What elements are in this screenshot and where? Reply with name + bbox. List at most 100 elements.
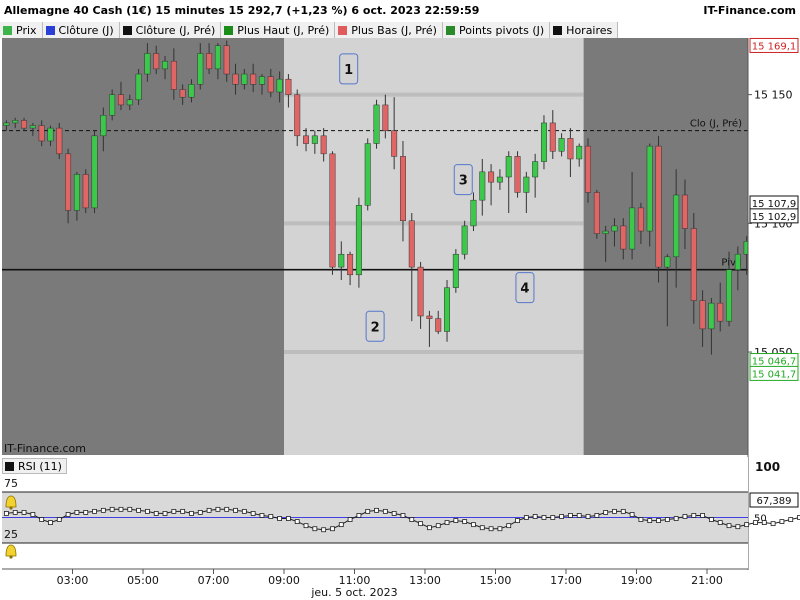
candle-body <box>576 145 583 160</box>
rsi-point <box>109 506 115 512</box>
time-tick-label: 17:00 <box>550 574 582 587</box>
legend-item-points-pivots[interactable]: Points pivots (J) <box>442 22 551 38</box>
candle-body <box>3 122 10 126</box>
bell-clapper <box>9 555 13 559</box>
legend-item-plus-haut[interactable]: Plus Haut (J, Pré) <box>221 22 336 38</box>
rsi-point <box>268 514 274 519</box>
rsi-point <box>12 509 18 515</box>
candle <box>56 122 63 159</box>
candle-body <box>188 84 195 98</box>
candle-body <box>708 302 715 330</box>
candle-body <box>179 89 186 98</box>
rsi-point <box>215 506 221 512</box>
candle-body <box>206 53 213 70</box>
time-tick-label: 07:00 <box>198 574 230 587</box>
rsi-point <box>691 513 697 518</box>
price-chart[interactable]: Clo (J, Pré)Piv J1234IT-Finance.com15 15… <box>0 0 800 600</box>
price-badge-label: 15 102,9 <box>752 212 797 223</box>
indicator-legend: Prix Clôture (J) Clôture (J, Pré) Plus H… <box>0 22 619 38</box>
candle-body <box>505 156 512 178</box>
candle-body <box>250 73 257 85</box>
rsi-point <box>444 520 450 525</box>
legend-item-cloture-j[interactable]: Clôture (J) <box>42 22 120 38</box>
candle-body <box>699 300 706 330</box>
rsi-point <box>559 514 564 519</box>
candle-body <box>690 228 697 301</box>
candle-body <box>532 161 539 178</box>
candle-body <box>117 94 124 106</box>
candle-body <box>673 194 680 258</box>
rsi-point <box>576 513 582 518</box>
candle-body <box>435 318 442 332</box>
rsi-point <box>673 516 679 521</box>
rsi-point <box>145 508 150 514</box>
rsi-point <box>206 507 212 513</box>
rsi-point <box>427 525 432 531</box>
swatch-icon <box>5 461 14 471</box>
legend-item-prix[interactable]: Prix <box>0 22 43 38</box>
legend-item-plus-bas[interactable]: Plus Bas (J, Pré) <box>335 22 443 38</box>
price-tick-label: 15 150 <box>754 89 793 102</box>
candle-body <box>496 176 503 183</box>
rsi-point <box>515 518 520 523</box>
rsi-point <box>761 520 767 525</box>
rsi-point <box>250 511 256 516</box>
rsi-point <box>594 513 600 518</box>
candle-body <box>12 120 19 124</box>
candle-body <box>593 192 600 234</box>
candle-body <box>38 125 45 142</box>
rsi-point <box>294 519 300 524</box>
rsi-point <box>303 523 309 529</box>
bell-clapper <box>9 506 13 510</box>
candle-body <box>602 230 609 234</box>
candle-body <box>717 302 724 322</box>
rsi-point <box>709 517 714 522</box>
legend-item-horaires[interactable]: Horaires <box>550 22 619 38</box>
brand-name: IT-Finance.com <box>703 4 796 17</box>
rsi-point <box>233 507 238 513</box>
candle-body <box>426 315 433 319</box>
rsi-point <box>224 506 230 512</box>
swatch-icon <box>3 25 12 35</box>
candle-body <box>338 253 345 268</box>
rsi-point <box>171 508 177 514</box>
candle <box>91 130 98 214</box>
time-tick-label: 09:00 <box>268 574 300 587</box>
rsi-point <box>382 508 388 514</box>
legend-item-cloture-j-pre[interactable]: Clôture (J, Pré) <box>119 22 222 38</box>
rsi-point <box>153 511 159 516</box>
candle-body <box>329 153 336 268</box>
annotation-label: 2 <box>371 320 380 335</box>
candle-body <box>197 53 204 85</box>
rsi-point <box>189 511 194 516</box>
price-badge-label: 15 046,7 <box>752 357 797 368</box>
candle-body <box>470 199 477 227</box>
swatch-icon <box>45 25 55 35</box>
rsi-point <box>612 508 617 514</box>
swatch-icon <box>122 25 132 35</box>
rsi-point <box>603 509 609 515</box>
swatch-icon <box>553 25 563 35</box>
candle-body <box>303 135 310 144</box>
candle-body <box>364 143 371 206</box>
candle-body <box>567 138 574 160</box>
rsi-point <box>523 515 529 520</box>
rsi-point <box>779 519 785 524</box>
candle-body <box>65 153 72 211</box>
bell-shape <box>5 544 17 557</box>
annotation-label: 3 <box>459 174 468 189</box>
rsi-level-hi-label: 75 <box>4 477 18 490</box>
legend-label: Clôture (J) <box>58 23 114 37</box>
rsi-point <box>550 515 556 520</box>
candle-body <box>461 225 468 255</box>
candle-body <box>162 60 169 70</box>
swatch-icon <box>224 25 234 35</box>
rsi-legend-item[interactable]: RSI (11) <box>2 458 67 474</box>
rsi-point <box>118 506 124 512</box>
rsi-point <box>541 515 547 520</box>
rsi-point <box>532 514 538 519</box>
rsi-point <box>664 517 670 522</box>
rsi-point <box>409 517 415 522</box>
candle-body <box>29 125 36 129</box>
rsi-point <box>48 520 53 525</box>
